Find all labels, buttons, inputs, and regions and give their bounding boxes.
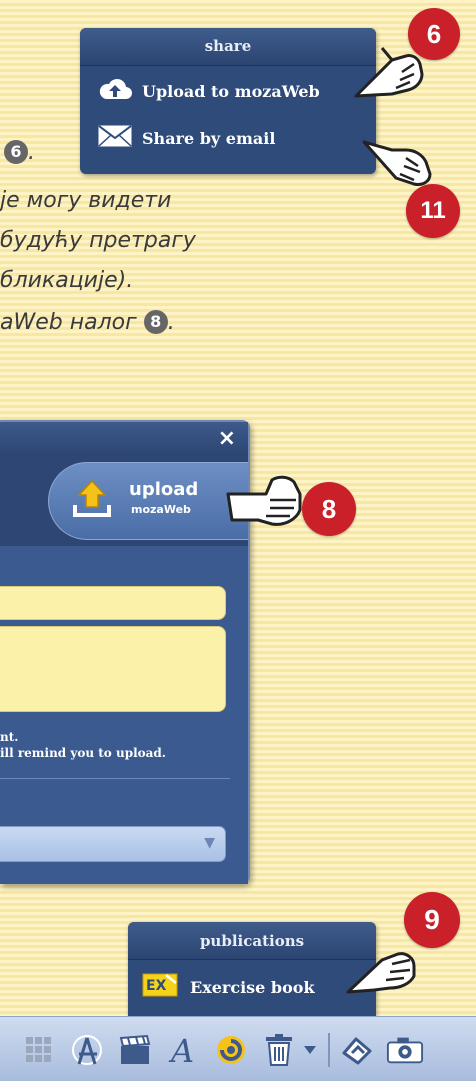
upload-to-mozaweb-label: Upload to mozaWeb [142,81,320,101]
close-icon[interactable]: × [218,426,236,451]
upload-sub-label: mozaWeb [131,503,191,516]
badge-eight-inline: 8 [143,310,168,334]
upload-dialog: × upload mozaWeb nt. ill remind you to u… [0,420,250,884]
publications-menu: publications EX Exercise book [128,922,376,1016]
upload-label: upload [129,479,199,500]
trash-icon[interactable] [260,1031,298,1069]
share-by-email-item[interactable]: Share by email [80,116,376,160]
svg-text:EX: EX [146,978,167,994]
exercise-book-icon: EX [142,971,180,1003]
category-select[interactable]: ▼ [0,826,226,862]
bottom-toolbar: A [0,1016,476,1081]
description-input[interactable] [0,626,226,712]
badge-eight: 8 [302,482,356,536]
dropdown-arrow-icon[interactable] [298,1031,322,1069]
envelope-icon [98,125,132,151]
dialog-title-bar [0,422,248,456]
text-icon[interactable]: A [164,1031,202,1069]
note-line-1: nt. [0,730,19,744]
chevron-down-icon: ▼ [204,835,215,851]
text-line-5: aWeb налог 8. [0,310,175,335]
grid-icon[interactable] [20,1031,58,1069]
badge-six: 6 [408,8,460,60]
camera-icon[interactable] [386,1031,424,1069]
publications-menu-title: publications [128,922,376,960]
text-line-1: 6. [0,140,80,165]
exercise-book-item[interactable]: EX Exercise book [128,960,376,1014]
compass-icon[interactable] [68,1031,106,1069]
badge-six-inline: 6 [4,140,28,164]
pointing-hand-icon [344,934,424,1002]
share-menu-title: share [80,28,376,66]
upload-mozaweb-button[interactable]: upload mozaWeb [48,462,248,540]
svg-text:A: A [168,1033,194,1067]
share-menu: share Upload to mozaWeb Share by email [80,28,376,174]
highlight-icon[interactable] [338,1031,376,1069]
text-line-5-label: aWeb налог [0,310,137,335]
text-line-3: будућу претрагу [0,228,196,253]
text-line-2: је могу видети [0,188,172,213]
upload-to-mozaweb-item[interactable]: Upload to mozaWeb [80,66,376,116]
badge-nine: 9 [404,892,460,948]
spotlight-icon[interactable] [212,1031,250,1069]
exercise-book-label: Exercise book [190,977,315,997]
share-by-email-label: Share by email [142,128,276,148]
upload-tray-icon [71,477,113,525]
divider [0,778,230,779]
cloud-upload-icon [98,77,132,105]
title-input[interactable] [0,586,226,620]
pointing-hand-icon [226,470,312,534]
note-line-2: ill remind you to upload. [0,746,166,760]
clapperboard-icon[interactable] [116,1031,154,1069]
text-line-4: бликације). [0,268,134,293]
toolbar-divider [328,1033,330,1067]
badge-eleven: 11 [406,184,460,238]
